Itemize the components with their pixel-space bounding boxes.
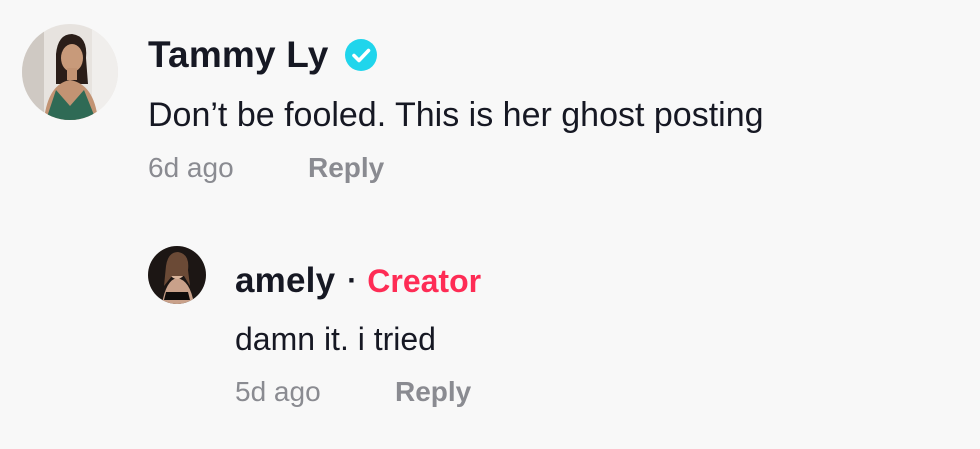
comment-meta: 5d ago Reply <box>235 376 481 408</box>
comment-body: Tammy Ly Don’t be fooled. This is her gh… <box>148 30 764 184</box>
comment-meta: 6d ago Reply <box>148 152 764 184</box>
comment-text: damn it. i tried <box>235 321 436 357</box>
timestamp: 5d ago <box>235 376 321 407</box>
creator-badge: Creator <box>367 262 482 299</box>
reply-button[interactable]: Reply <box>308 152 384 184</box>
comment-text: Don’t be fooled. This is her ghost posti… <box>148 96 764 134</box>
comment-header: Tammy Ly <box>148 30 764 80</box>
avatar[interactable] <box>148 246 206 304</box>
username[interactable]: amely <box>235 261 335 301</box>
comment-thread: Tammy Ly Don’t be fooled. This is her gh… <box>0 0 980 449</box>
username[interactable]: Tammy Ly <box>148 34 329 76</box>
verified-badge-icon <box>343 37 379 73</box>
comment-header: amely · Creator <box>235 256 481 306</box>
reply-button[interactable]: Reply <box>395 376 471 408</box>
timestamp: 6d ago <box>148 152 234 183</box>
separator: · <box>347 264 358 297</box>
avatar[interactable] <box>22 24 118 120</box>
comment-body: amely · Creator damn it. i tried 5d ago … <box>235 256 481 408</box>
